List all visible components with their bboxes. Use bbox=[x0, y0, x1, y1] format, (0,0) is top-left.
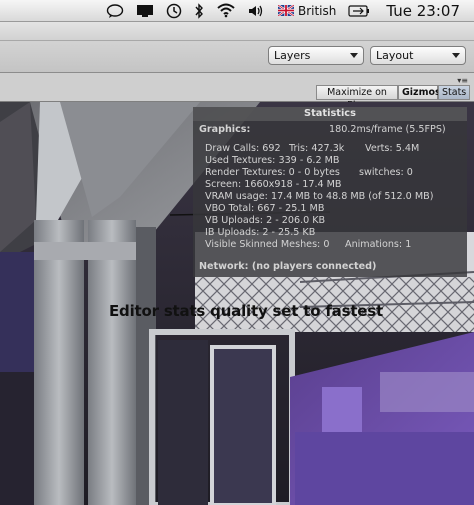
caption-annotation: Editor stats quality set to fastest bbox=[109, 302, 383, 320]
vram-usage: VRAM usage: 17.4 MB to 48.8 MB (of 512.0… bbox=[205, 191, 434, 202]
bluetooth-icon[interactable] bbox=[194, 0, 204, 22]
menu-bar: British Tue 23:07 bbox=[0, 0, 474, 22]
battery-icon[interactable] bbox=[348, 0, 370, 22]
layers-dropdown-label: Layers bbox=[274, 49, 311, 62]
uk-flag-icon bbox=[277, 5, 294, 16]
vb-uploads: VB Uploads: 2 - 206.0 KB bbox=[205, 215, 326, 226]
layers-dropdown[interactable]: Layers bbox=[268, 46, 364, 65]
statistics-panel: Statistics Graphics: 180.2ms/frame (5.5F… bbox=[193, 107, 467, 277]
render-textures: Render Textures: 0 - 0 bytes bbox=[205, 167, 340, 178]
display-icon[interactable] bbox=[136, 0, 154, 22]
window-title-strip bbox=[0, 22, 474, 41]
input-language-label: British bbox=[297, 3, 337, 18]
used-textures: Used Textures: 339 - 6.2 MB bbox=[205, 155, 340, 166]
frame-time: 180.2ms/frame (5.5FPS) bbox=[329, 124, 446, 135]
panel-menu-icon[interactable]: ▾≡ bbox=[457, 76, 468, 85]
visible-skinned-meshes: Visible Skinned Meshes: 0 bbox=[205, 239, 330, 250]
game-viewport[interactable]: Statistics Graphics: 180.2ms/frame (5.5F… bbox=[0, 102, 474, 505]
clock[interactable]: Tue 23:07 bbox=[386, 0, 460, 22]
gizmos-button[interactable]: Gizmos bbox=[398, 85, 441, 100]
maximize-on-play-toggle[interactable]: Maximize on Play bbox=[316, 85, 398, 111]
game-view-toolbar: ▾≡ Maximize on Play Gizmos Stats bbox=[0, 73, 474, 111]
ib-uploads: IB Uploads: 2 - 25.5 KB bbox=[205, 227, 316, 238]
volume-icon[interactable] bbox=[248, 0, 264, 22]
animations-count: Animations: 1 bbox=[345, 239, 412, 250]
chevron-down-icon bbox=[350, 53, 358, 58]
chat-bubble-icon[interactable] bbox=[106, 0, 124, 22]
vbo-total: VBO Total: 667 - 25.1 MB bbox=[205, 203, 325, 214]
layout-dropdown[interactable]: Layout bbox=[370, 46, 466, 65]
screen-size: Screen: 1660x918 - 17.4 MB bbox=[205, 179, 342, 190]
stats-title: Statistics bbox=[193, 107, 467, 121]
time-machine-icon[interactable] bbox=[166, 0, 182, 22]
editor-toolbar: Layers Layout bbox=[0, 22, 474, 73]
stats-toggle[interactable]: Stats bbox=[438, 85, 470, 100]
verts-count: Verts: 5.4M bbox=[365, 143, 420, 154]
tris-count: Tris: 427.3k bbox=[289, 143, 345, 154]
chevron-down-icon bbox=[452, 53, 460, 58]
draw-calls: Draw Calls: 692 bbox=[205, 143, 281, 154]
render-texture-switches: switches: 0 bbox=[359, 167, 413, 178]
layout-dropdown-label: Layout bbox=[376, 49, 414, 62]
input-language-menu[interactable]: British bbox=[277, 0, 337, 22]
graphics-label: Graphics: bbox=[199, 124, 251, 135]
network-status: Network: (no players connected) bbox=[199, 261, 377, 272]
wifi-icon[interactable] bbox=[216, 0, 236, 22]
